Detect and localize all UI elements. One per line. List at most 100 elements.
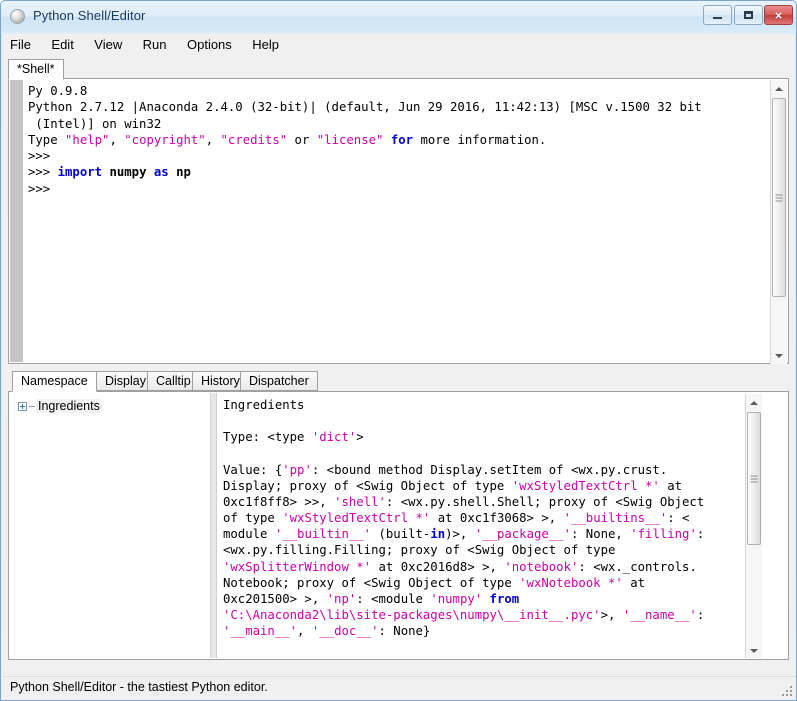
text-line: Type "help", "copyright", "credits" or "… [28,132,760,148]
namespace-tree[interactable]: Ingredients [10,393,211,658]
scroll-down-arrow-icon[interactable] [746,642,762,658]
tab-dispatcher[interactable]: Dispatcher [240,371,318,391]
tab-namespace[interactable]: Namespace [12,371,97,392]
text-span: "copyright" [124,133,205,147]
text-span: '__name__' [623,608,697,622]
text-span: , [297,624,312,638]
scroll-grip-icon [751,475,758,482]
text-span: Type [28,133,65,147]
scroll-down-arrow-icon[interactable] [771,347,787,364]
client-area: *Shell* Py 0.9.8Python 2.7.12 |Anaconda … [2,57,795,700]
text-line: >>> [28,181,760,197]
text-span [146,165,153,179]
text-span: : None, [571,527,630,541]
close-glyph: × [775,9,783,22]
scroll-thumb[interactable] [772,98,786,297]
window-title: Python Shell/Editor [33,8,145,23]
shell-tabstrip: *Shell* [8,59,789,79]
tree-connector-icon [29,406,35,407]
text-line: Value: {'pp': <bound method Display.setI… [223,462,759,478]
text-span: 'pp' [282,463,312,477]
minimize-button[interactable] [703,5,732,25]
text-span: >>> [28,182,58,196]
scroll-grip-icon [776,194,783,201]
menu-item-help[interactable]: Help [244,34,287,55]
text-span: (built- [371,527,430,541]
namespace-detail[interactable]: Ingredients Type: <type 'dict'> Value: {… [211,393,763,658]
tree-item-ingredients[interactable]: Ingredients [18,399,102,413]
text-span: : [697,608,704,622]
maximize-button[interactable] [734,5,763,25]
shell-output-area[interactable]: Py 0.9.8Python 2.7.12 |Anaconda 2.4.0 (3… [10,80,762,362]
maximize-icon [735,6,762,24]
text-span: 'wxNotebook *' [519,576,623,590]
text-span: : None} [379,624,431,638]
text-span: numpy [109,165,146,179]
text-span: : <bound method Display.setItem of <wx.p… [312,463,667,477]
text-line: Notebook; proxy of <Swig Object of type … [223,575,759,591]
text-span: for [383,133,413,147]
text-span: , [109,133,124,147]
tab-shell[interactable]: *Shell* [8,59,64,80]
menu-item-view[interactable]: View [86,34,130,55]
close-button[interactable]: × [764,5,793,25]
tab-dispatcher-label: Dispatcher [249,374,309,388]
text-line: >>> import numpy as np [28,164,760,180]
text-span: 'wxStyledTextCtrl *' [512,479,660,493]
text-line: 0xc1f8ff8> >>, 'shell': <wx.py.shell.She… [223,494,759,510]
text-line [223,445,759,461]
tab-history-label: History [201,374,240,388]
text-span: module [223,527,275,541]
shell-vertical-scrollbar[interactable] [770,80,787,364]
scroll-thumb[interactable] [747,412,761,545]
text-span: '__doc__' [312,624,379,638]
text-span: '__builtin__' [275,527,371,541]
text-line: >>> [28,148,760,164]
detail-text-content: Ingredients Type: <type 'dict'> Value: {… [223,397,759,639]
text-line: Display; proxy of <Swig Object of type '… [223,478,759,494]
text-span: import [58,165,102,179]
text-span: "help" [65,133,109,147]
shell-text-content: Py 0.9.8Python 2.7.12 |Anaconda 2.4.0 (3… [28,83,760,197]
text-span: : < [667,511,689,525]
text-span: > [356,430,363,444]
text-span: 'np' [327,592,357,606]
text-line: 0xc201500> >, 'np': <module 'numpy' from [223,591,759,607]
detail-vertical-scrollbar[interactable] [745,394,762,658]
status-bar: Python Shell/Editor - the tastiest Pytho… [3,676,796,699]
text-span: Value: { [223,463,282,477]
resize-grip-icon[interactable] [780,684,794,698]
minimize-icon [704,6,731,24]
text-span: Display; proxy of <Swig Object of type [223,479,512,493]
text-span: '__package__' [475,527,571,541]
text-span: Type: <type [223,430,312,444]
text-span: at [660,479,682,493]
text-span: )>, [445,527,475,541]
text-line: Type: <type 'dict'> [223,429,759,445]
text-span: of type [223,511,282,525]
menu-item-file[interactable]: File [2,34,39,55]
text-span: '__builtins__' [564,511,668,525]
plus-expander-icon[interactable] [18,402,27,411]
text-line: Ingredients [223,397,759,413]
menu-item-run[interactable]: Run [135,34,175,55]
text-line: module '__builtin__' (built-in)>, '__pac… [223,526,759,542]
close-icon: × [765,6,792,24]
text-span: >>> [28,149,58,163]
tab-namespace-label: Namespace [21,374,88,388]
shell-gutter [10,80,24,362]
text-span: Notebook; proxy of <Swig Object of type [223,576,519,590]
text-span: at [623,576,645,590]
scroll-up-arrow-icon[interactable] [746,394,762,411]
text-span: '__main__' [223,624,297,638]
menu-item-edit[interactable]: Edit [43,34,81,55]
text-line [223,413,759,429]
text-line: <wx.py.filling.Filling; proxy of <Swig O… [223,542,759,558]
menu-item-options[interactable]: Options [179,34,240,55]
scroll-up-arrow-icon[interactable] [771,80,787,97]
title-bar[interactable]: Python Shell/Editor × [1,1,796,34]
tab-shell-label: *Shell* [17,62,55,76]
application-window: Python Shell/Editor × File Edit View Run… [0,0,797,701]
text-span: : [697,527,704,541]
text-span: 'filling' [630,527,697,541]
